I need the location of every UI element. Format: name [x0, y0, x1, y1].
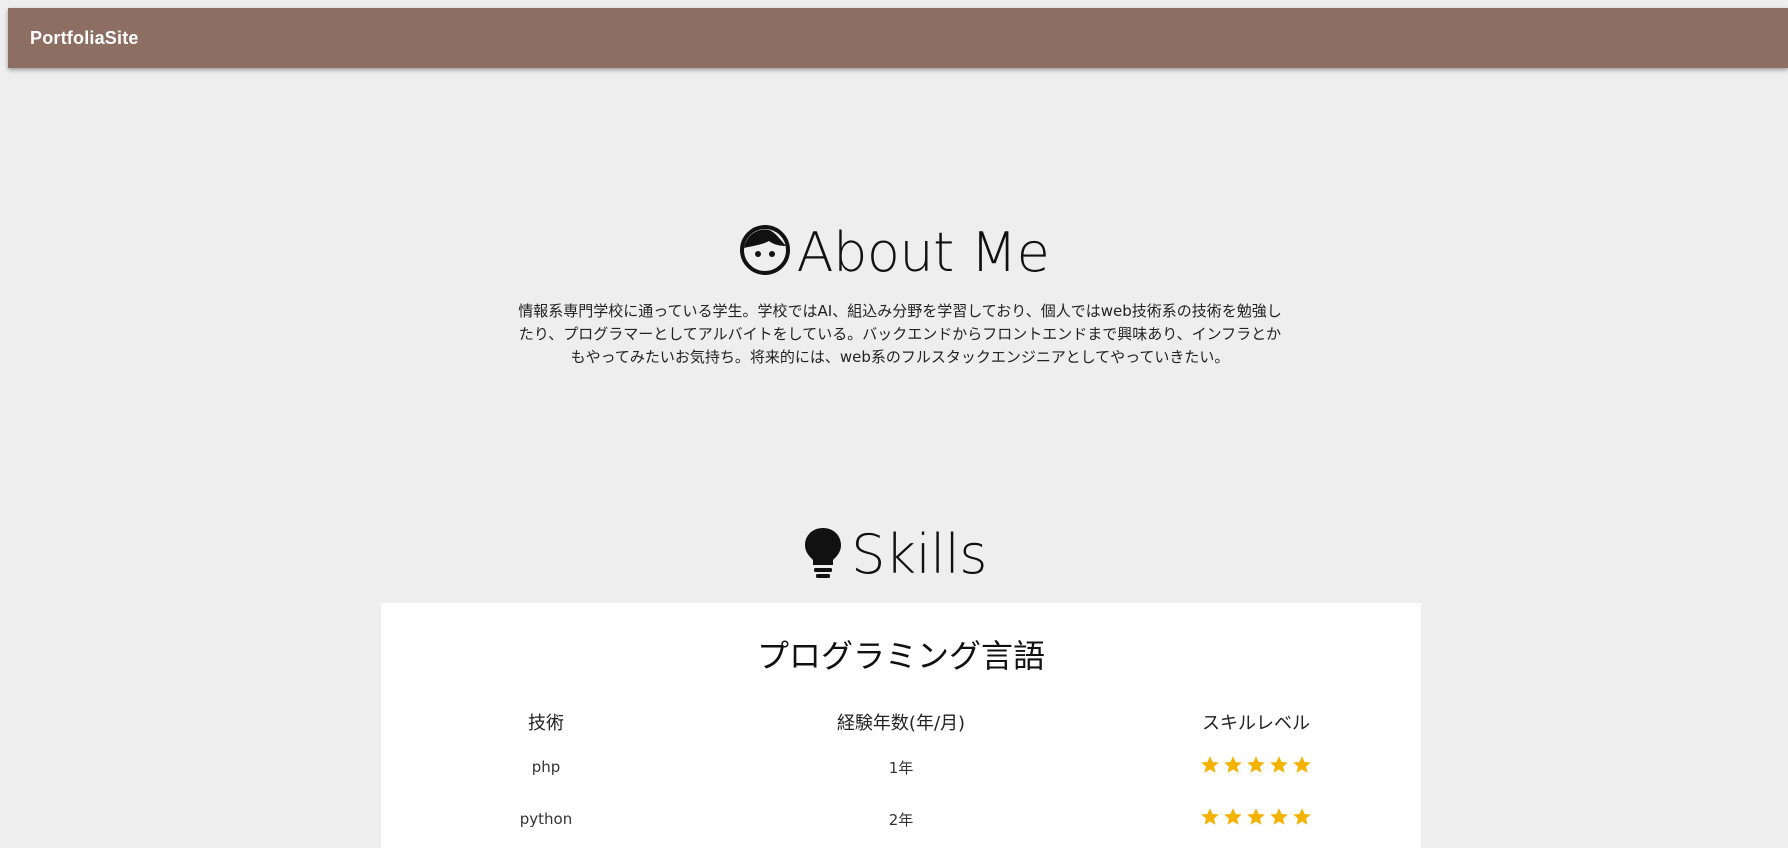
- lightbulb-icon: [801, 525, 845, 583]
- star-icon: [1270, 756, 1288, 773]
- star-icon: [1201, 756, 1219, 773]
- cell-tech: php: [531, 758, 561, 776]
- column-header-years: 経験年数(年/月): [836, 713, 966, 734]
- table-row: php 1年: [381, 741, 1421, 793]
- star-icon: [1270, 808, 1288, 825]
- cell-tech: python: [519, 810, 573, 828]
- star-icon: [1224, 808, 1242, 825]
- cell-years: 2年: [888, 810, 914, 829]
- about-title: About Me: [796, 220, 1050, 284]
- cell-years: 1年: [888, 758, 914, 777]
- skills-title: Skills: [851, 522, 987, 586]
- star-icon: [1247, 756, 1265, 773]
- about-description: 情報系専門学校に通っている学生。学校ではAI、組込み分野を学習しており、個人では…: [518, 302, 1282, 366]
- cell-level: [1091, 755, 1421, 779]
- skill-table: 技術 経験年数(年/月) スキルレベル php 1年 python 2年: [381, 703, 1421, 845]
- star-icon: [1247, 808, 1265, 825]
- column-header-level: スキルレベル: [1202, 713, 1310, 734]
- skills-heading: Skills: [0, 522, 1788, 586]
- page: PortfoliaSite About Me 情報系専門学校に通っている学生。学…: [0, 0, 1788, 848]
- cell-level: [1091, 807, 1421, 831]
- star-icon: [1293, 756, 1311, 773]
- about-heading: About Me: [0, 220, 1788, 284]
- star-rating: [1200, 755, 1312, 775]
- card-title: プログラミング言語: [756, 637, 1045, 675]
- star-rating: [1200, 807, 1312, 827]
- star-icon: [1201, 808, 1219, 825]
- column-header-tech: 技術: [528, 713, 564, 734]
- star-icon: [1224, 756, 1242, 773]
- table-row: python 2年: [381, 793, 1421, 845]
- app-bar: PortfoliaSite: [8, 8, 1788, 68]
- star-icon: [1293, 808, 1311, 825]
- table-header-row: 技術 経験年数(年/月) スキルレベル: [381, 703, 1421, 741]
- face-icon: [739, 224, 791, 280]
- skills-card: プログラミング言語 技術 経験年数(年/月) スキルレベル php 1年 pyt…: [381, 603, 1421, 848]
- brand-link[interactable]: PortfoliaSite: [30, 28, 139, 49]
